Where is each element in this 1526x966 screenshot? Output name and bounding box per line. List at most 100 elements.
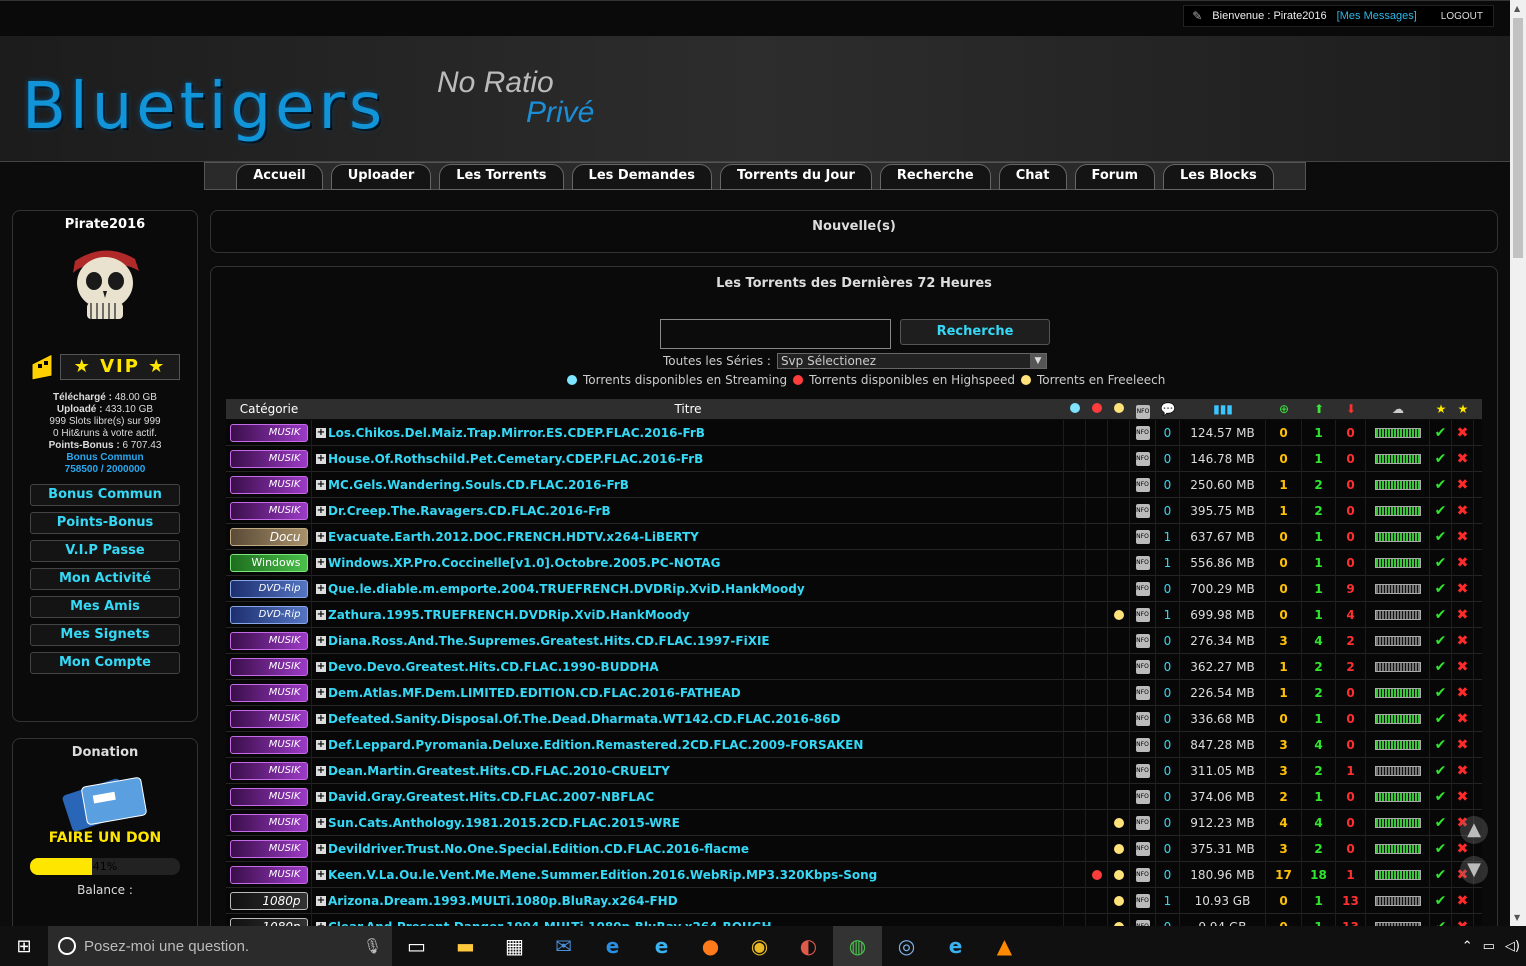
expand-icon[interactable]: + bbox=[316, 453, 326, 464]
expand-icon[interactable]: + bbox=[316, 635, 326, 646]
check-icon[interactable]: ✔ bbox=[1435, 451, 1447, 467]
ie2-icon[interactable]: e bbox=[931, 926, 980, 966]
check-icon[interactable]: ✔ bbox=[1435, 867, 1447, 883]
check-icon[interactable]: ✔ bbox=[1435, 685, 1447, 701]
leechers-header-icon[interactable]: ⬆ bbox=[1302, 399, 1336, 419]
close-icon[interactable]: ✖ bbox=[1457, 581, 1469, 597]
check-icon[interactable]: ✔ bbox=[1435, 815, 1447, 831]
thunderbird-icon[interactable]: ✉ bbox=[539, 926, 588, 966]
category-badge[interactable]: 1080p bbox=[229, 917, 308, 926]
completed-count[interactable]: 0 bbox=[1336, 497, 1366, 524]
nfo-icon[interactable]: NFO bbox=[1135, 451, 1150, 466]
category-cell[interactable]: MUSIK bbox=[226, 471, 312, 498]
completed-count[interactable]: 0 bbox=[1336, 445, 1366, 472]
completed-count[interactable]: 0 bbox=[1336, 523, 1366, 550]
category-cell[interactable]: MUSIK bbox=[226, 497, 312, 524]
leechers-count[interactable]: 2 bbox=[1302, 835, 1336, 862]
search-input[interactable] bbox=[660, 319, 891, 349]
completed-count[interactable]: 0 bbox=[1336, 835, 1366, 862]
comments-header-icon[interactable]: 💬 bbox=[1156, 399, 1180, 419]
nav-chat[interactable]: Chat bbox=[998, 164, 1067, 190]
close-icon[interactable]: ✖ bbox=[1457, 607, 1469, 623]
store-icon[interactable]: ▦ bbox=[490, 926, 539, 966]
category-cell[interactable]: MUSIK bbox=[226, 809, 312, 836]
logout-link[interactable]: LOGOUT bbox=[1441, 11, 1483, 22]
expand-icon[interactable]: + bbox=[316, 427, 326, 438]
category-badge[interactable]: MUSIK bbox=[229, 709, 308, 728]
completed-count[interactable]: 13 bbox=[1336, 887, 1366, 914]
category-cell[interactable]: 1080p bbox=[226, 887, 312, 914]
check-icon[interactable]: ✔ bbox=[1435, 581, 1447, 597]
category-cell[interactable]: Windows bbox=[226, 549, 312, 576]
nfo-icon[interactable]: NFO bbox=[1135, 529, 1150, 544]
category-badge[interactable]: MUSIK bbox=[229, 449, 308, 468]
ie-icon[interactable]: e bbox=[637, 926, 686, 966]
nav-les-demandes[interactable]: Les Demandes bbox=[571, 164, 712, 190]
seeders-count[interactable]: 0 bbox=[1266, 705, 1302, 732]
expand-icon[interactable]: + bbox=[316, 661, 326, 672]
seeders-count[interactable]: 0 bbox=[1266, 601, 1302, 628]
close-icon[interactable]: ✖ bbox=[1457, 711, 1469, 727]
close-icon[interactable]: ✖ bbox=[1457, 685, 1469, 701]
file-explorer-icon[interactable]: ▬ bbox=[441, 926, 490, 966]
comments-count[interactable]: 0 bbox=[1156, 757, 1180, 784]
nav-les-torrents[interactable]: Les Torrents bbox=[439, 164, 564, 190]
comments-count[interactable]: 1 bbox=[1156, 887, 1180, 914]
completed-count[interactable]: 1 bbox=[1336, 757, 1366, 784]
nfo-icon[interactable]: NFO bbox=[1135, 711, 1150, 726]
expand-icon[interactable]: + bbox=[316, 583, 326, 594]
completed-count[interactable]: 13 bbox=[1336, 913, 1366, 926]
seeders-count[interactable]: 0 bbox=[1266, 445, 1302, 472]
check-icon[interactable]: ✔ bbox=[1435, 425, 1447, 441]
network-icon[interactable]: ▭ bbox=[1483, 939, 1495, 954]
seeders-header-icon[interactable]: ⊕ bbox=[1266, 399, 1302, 419]
seeders-count[interactable]: 2 bbox=[1266, 783, 1302, 810]
category-badge[interactable]: 1080p bbox=[229, 891, 308, 910]
seeders-count[interactable]: 1 bbox=[1266, 679, 1302, 706]
seeders-count[interactable]: 1 bbox=[1266, 497, 1302, 524]
torrent-title-link[interactable]: Evacuate.Earth.2012.DOC.FRENCH.HDTV.x264… bbox=[328, 530, 699, 544]
category-cell[interactable]: MUSIK bbox=[226, 627, 312, 654]
category-badge[interactable]: MUSIK bbox=[229, 683, 308, 702]
nav-les-blocks[interactable]: Les Blocks bbox=[1163, 164, 1274, 190]
leechers-count[interactable]: 1 bbox=[1302, 445, 1336, 472]
comments-count[interactable]: 0 bbox=[1156, 861, 1180, 888]
completed-count[interactable]: 0 bbox=[1336, 809, 1366, 836]
nfo-icon[interactable]: NFO bbox=[1135, 503, 1150, 518]
nfo-icon[interactable]: NFO bbox=[1135, 425, 1150, 440]
chrome-icon[interactable]: ◉ bbox=[735, 926, 784, 966]
category-cell[interactable]: 1080p bbox=[226, 913, 312, 926]
seeders-count[interactable]: 3 bbox=[1266, 731, 1302, 758]
nfo-icon[interactable]: NFO bbox=[1135, 841, 1150, 856]
check-icon[interactable]: ✔ bbox=[1435, 737, 1447, 753]
seeders-count[interactable]: 0 bbox=[1266, 523, 1302, 550]
nav-accueil[interactable]: Accueil bbox=[236, 164, 323, 190]
leechers-count[interactable]: 4 bbox=[1302, 627, 1336, 654]
comments-count[interactable]: 0 bbox=[1156, 471, 1180, 498]
category-badge[interactable]: MUSIK bbox=[229, 475, 308, 494]
comments-count[interactable]: 0 bbox=[1156, 653, 1180, 680]
seeders-count[interactable]: 1 bbox=[1266, 653, 1302, 680]
nfo-icon[interactable]: NFO bbox=[1135, 815, 1150, 830]
nfo-icon[interactable]: NFO bbox=[1135, 789, 1150, 804]
torrent-title-link[interactable]: Los.Chikos.Del.Maiz.Trap.Mirror.ES.CDEP.… bbox=[328, 426, 705, 440]
nfo-icon[interactable]: NFO bbox=[1135, 763, 1150, 778]
category-badge[interactable]: DVD-Rip bbox=[229, 579, 308, 598]
nfo-icon[interactable]: NFO bbox=[1135, 737, 1150, 752]
close-icon[interactable]: ✖ bbox=[1457, 789, 1469, 805]
torrent-title-link[interactable]: David.Gray.Greatest.Hits.CD.FLAC.2007-NB… bbox=[328, 790, 654, 804]
comments-count[interactable]: 1 bbox=[1156, 549, 1180, 576]
close-icon[interactable]: ✖ bbox=[1457, 893, 1469, 909]
expand-icon[interactable]: + bbox=[316, 765, 326, 776]
leechers-count[interactable]: 18 bbox=[1302, 861, 1336, 888]
check-icon[interactable]: ✔ bbox=[1435, 477, 1447, 493]
seeders-count[interactable]: 0 bbox=[1266, 549, 1302, 576]
comments-count[interactable]: 0 bbox=[1156, 783, 1180, 810]
expand-icon[interactable]: + bbox=[316, 505, 326, 516]
leechers-count[interactable]: 2 bbox=[1302, 757, 1336, 784]
leechers-count[interactable]: 4 bbox=[1302, 731, 1336, 758]
torrent-title-link[interactable]: House.Of.Rothschild.Pet.Cemetary.CDEP.FL… bbox=[328, 452, 703, 466]
expand-icon[interactable]: + bbox=[316, 531, 326, 542]
torrent-title-link[interactable]: Dr.Creep.The.Ravagers.CD.FLAC.2016-FrB bbox=[328, 504, 611, 518]
globe-icon[interactable]: ◍ bbox=[833, 926, 882, 966]
